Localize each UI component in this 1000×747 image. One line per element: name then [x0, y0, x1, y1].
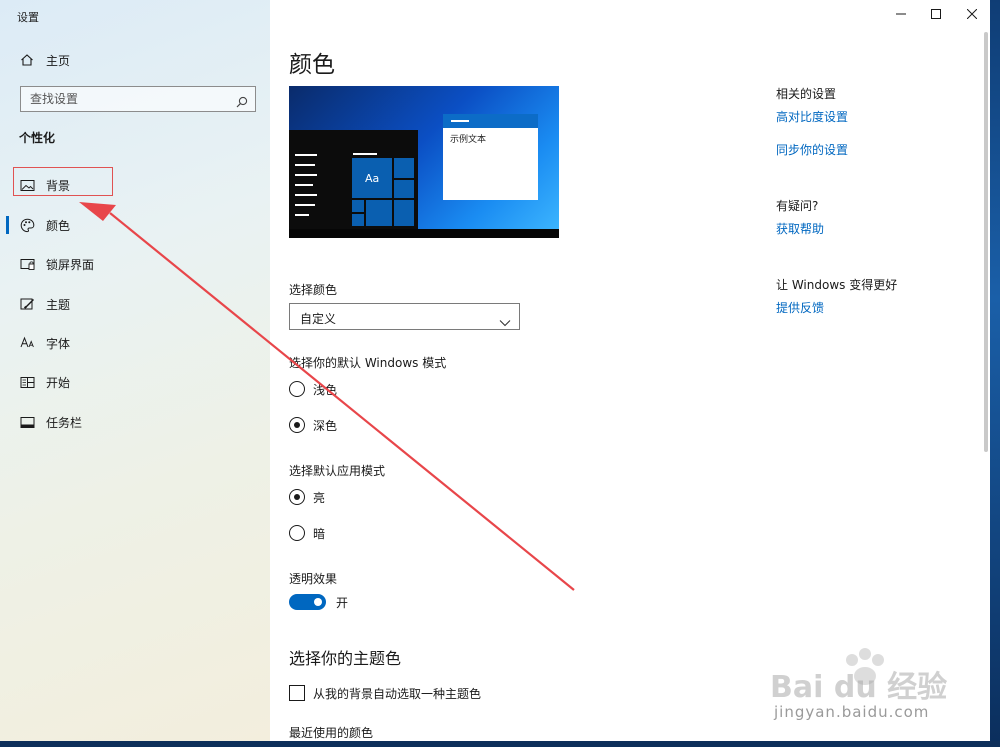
- app-mode-light-radio[interactable]: 亮: [289, 486, 325, 508]
- home-icon: [19, 52, 35, 68]
- help-heading: 有疑问?: [776, 199, 819, 213]
- radio-button[interactable]: [289, 417, 305, 433]
- sidebar-item-label: 字体: [46, 336, 71, 351]
- radio-button[interactable]: [289, 525, 305, 541]
- minimize-icon: [896, 13, 906, 15]
- watermark-logo-text: Bai du 经验: [770, 670, 948, 705]
- windows-mode-dark-radio[interactable]: 深色: [289, 414, 337, 436]
- page-title: 颜色: [289, 52, 335, 78]
- sidebar-item-label: 主题: [46, 297, 71, 312]
- preview-start-menu: Aa: [289, 130, 418, 229]
- app-mode-label: 选择默认应用模式: [289, 464, 386, 478]
- theme-brush-icon: [19, 296, 35, 312]
- auto-accent-label: 从我的背景自动选取一种主题色: [313, 686, 482, 701]
- sidebar-item-fonts[interactable]: 字体: [0, 325, 270, 361]
- sidebar-item-start[interactable]: 开始: [0, 364, 270, 400]
- sidebar-item-themes[interactable]: 主题: [0, 286, 270, 322]
- os-taskbar: [0, 741, 1000, 747]
- related-settings-heading: 相关的设置: [776, 87, 837, 101]
- maximize-button[interactable]: [919, 0, 953, 28]
- search-input[interactable]: [21, 87, 230, 111]
- preview-window: 示例文本: [443, 114, 538, 200]
- sync-settings-link[interactable]: 同步你的设置: [776, 141, 848, 158]
- toggle-switch[interactable]: [289, 594, 326, 610]
- choose-color-label: 选择颜色: [289, 283, 338, 297]
- sidebar: 设置 主页 个性化 背景 颜色: [0, 0, 270, 741]
- radio-label: 亮: [313, 490, 326, 505]
- windows-mode-light-radio[interactable]: 浅色: [289, 378, 337, 400]
- palette-icon: [19, 217, 35, 233]
- theme-preview: Aa 示例文本: [289, 86, 559, 238]
- windows-mode-label: 选择你的默认 Windows 模式: [289, 356, 447, 370]
- radio-label: 暗: [313, 526, 326, 541]
- section-title: 个性化: [19, 131, 56, 145]
- close-button[interactable]: [955, 0, 989, 28]
- get-help-link[interactable]: 获取帮助: [776, 220, 824, 237]
- radio-label: 深色: [313, 418, 338, 433]
- auto-accent-checkbox-row[interactable]: 从我的背景自动选取一种主题色: [289, 684, 481, 702]
- picture-icon: [19, 177, 35, 193]
- sidebar-item-label: 颜色: [46, 218, 71, 233]
- search-icon[interactable]: [236, 93, 248, 112]
- sidebar-item-lock-screen[interactable]: 锁屏界面: [0, 246, 270, 282]
- color-mode-dropdown[interactable]: 自定义: [289, 303, 520, 330]
- preview-sample-text: 示例文本: [450, 135, 487, 145]
- baidu-paw-logo: [846, 648, 884, 685]
- start-icon: [19, 374, 35, 390]
- recent-colors-label: 最近使用的颜色: [289, 726, 374, 740]
- font-icon: [19, 335, 35, 351]
- accent-color-heading: 选择你的主题色: [289, 649, 402, 668]
- preview-tile-label: Aa: [365, 172, 380, 185]
- preview-taskbar: [289, 229, 559, 238]
- feedback-heading: 让 Windows 变得更好: [776, 278, 898, 292]
- sidebar-item-label: 开始: [46, 375, 71, 390]
- color-mode-value: 自定义: [300, 312, 337, 326]
- transparency-label: 透明效果: [289, 572, 338, 586]
- minimize-button[interactable]: [884, 0, 918, 28]
- transparency-toggle[interactable]: 开: [289, 592, 348, 612]
- radio-button[interactable]: [289, 489, 305, 505]
- lock-screen-icon: [19, 256, 35, 272]
- sidebar-item-label: 任务栏: [46, 415, 83, 430]
- sidebar-item-label: 背景: [46, 178, 71, 193]
- search-box[interactable]: [20, 86, 256, 112]
- maximize-icon: [931, 9, 941, 19]
- radio-button[interactable]: [289, 381, 305, 397]
- sidebar-item-background[interactable]: 背景: [0, 167, 270, 203]
- give-feedback-link[interactable]: 提供反馈: [776, 299, 824, 316]
- sidebar-item-home[interactable]: 主页: [0, 42, 270, 78]
- sidebar-item-label: 主页: [46, 53, 71, 68]
- toggle-state-label: 开: [336, 595, 349, 610]
- watermark-url: jingyan.baidu.com: [774, 703, 930, 721]
- high-contrast-link[interactable]: 高对比度设置: [776, 108, 848, 125]
- sidebar-item-colors[interactable]: 颜色: [0, 207, 270, 243]
- settings-window: 设置 主页 个性化 背景 颜色: [0, 0, 990, 741]
- app-title: 设置: [17, 11, 39, 24]
- app-mode-dark-radio[interactable]: 暗: [289, 522, 325, 544]
- chevron-down-icon: [499, 312, 511, 331]
- sidebar-item-label: 锁屏界面: [46, 257, 95, 272]
- auto-accent-checkbox[interactable]: [289, 685, 305, 701]
- close-icon: [967, 9, 977, 19]
- taskbar-icon: [19, 414, 35, 430]
- desktop-background: [990, 0, 1000, 747]
- scrollbar[interactable]: [984, 32, 988, 452]
- radio-label: 浅色: [313, 382, 338, 397]
- sidebar-item-taskbar[interactable]: 任务栏: [0, 404, 270, 440]
